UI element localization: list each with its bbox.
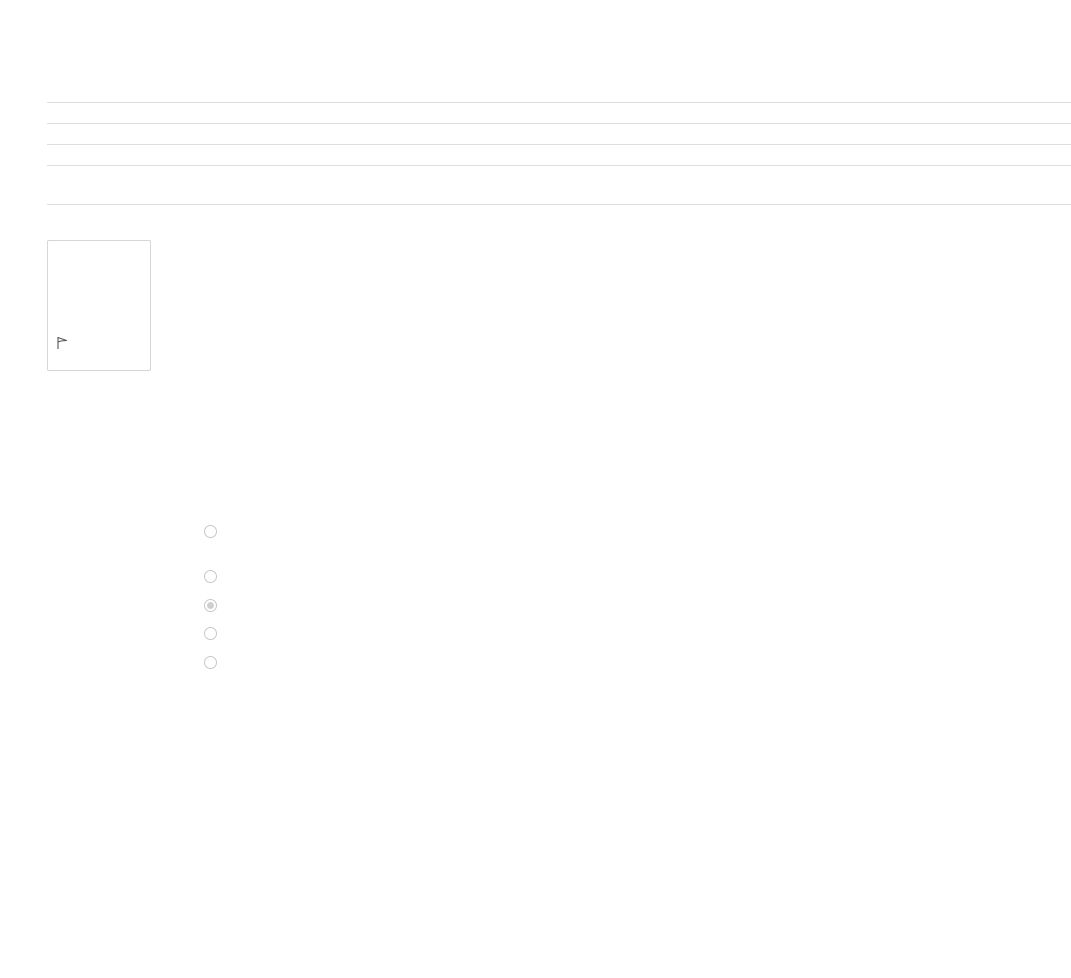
list-divider bbox=[47, 165, 1071, 166]
list-divider bbox=[47, 123, 1071, 124]
radio-option-5[interactable] bbox=[204, 656, 217, 669]
list-divider bbox=[47, 102, 1071, 103]
list-divider bbox=[47, 144, 1071, 145]
radio-option-4[interactable] bbox=[204, 627, 217, 640]
flag-icon bbox=[56, 336, 68, 350]
radio-option-1[interactable] bbox=[204, 525, 217, 538]
thumbnail-card[interactable] bbox=[47, 240, 151, 371]
section-divider bbox=[47, 204, 1071, 205]
radio-option-3-selected[interactable] bbox=[204, 599, 217, 612]
radio-option-2[interactable] bbox=[204, 570, 217, 583]
